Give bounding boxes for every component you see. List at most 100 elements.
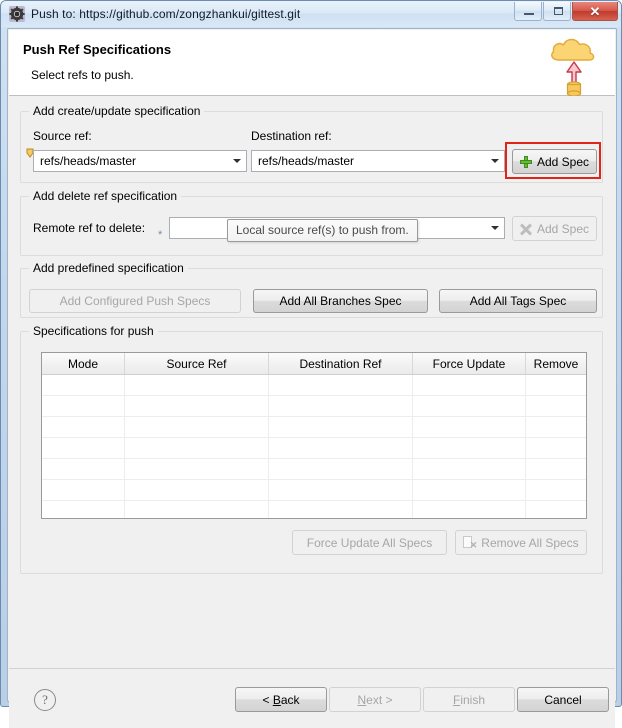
window-controls: ✕ [513,2,618,21]
required-asterisk-marker: * [158,229,163,241]
cell-remove [526,501,586,518]
destination-ref-value: refs/heads/master [258,154,355,168]
finish-button[interactable]: Finish [423,687,515,712]
cell-source-ref [125,417,269,437]
cell-mode [42,459,125,479]
cell-destination-ref [269,375,413,395]
add-all-tags-spec-label: Add All Tags Spec [469,294,567,308]
cancel-button-suffix: Cancel [544,692,582,707]
add-configured-push-specs-label: Add Configured Push Specs [59,294,211,308]
chevron-down-icon[interactable] [487,151,504,171]
chevron-down-icon[interactable] [487,218,504,238]
cell-remove [526,375,586,395]
minimize-icon [524,13,534,15]
page-title: Push Ref Specifications [23,42,172,57]
minimize-button[interactable] [514,2,542,21]
table-row[interactable] [42,417,586,438]
table-row[interactable] [42,459,586,480]
next-button-accel: N [357,692,367,707]
table-row[interactable] [42,438,586,459]
add-all-tags-spec-button[interactable]: Add All Tags Spec [439,289,597,313]
chevron-down-icon[interactable] [229,151,246,171]
cell-remove [526,459,586,479]
add-all-branches-spec-button[interactable]: Add All Branches Spec [253,289,428,313]
group-predefined: Add predefined specification Add Configu… [20,261,603,318]
cell-mode [42,438,125,458]
title-bar[interactable]: Push to: https://github.com/zongzhankui/… [1,1,621,27]
table-row[interactable] [42,375,586,396]
column-header-source-ref[interactable]: Source Ref [125,353,269,374]
force-update-all-specs-label: Force Update All Specs [306,535,433,550]
cell-destination-ref [269,501,413,518]
cell-force-update [413,417,526,437]
wizard-body: Add create/update specification Source r… [9,97,615,667]
cell-force-update [413,501,526,518]
cell-mode [42,396,125,416]
question-mark-icon[interactable]: ? [34,689,56,711]
back-button-suffix: ack [280,692,300,707]
dialog-window: Push to: https://github.com/zongzhankui/… [0,0,622,728]
back-button-prefix: < [262,692,273,707]
cell-mode [42,375,125,395]
remote-ref-to-delete-label: Remote ref to delete: [33,221,146,235]
next-button[interactable]: Next > [329,687,421,712]
back-button[interactable]: < Back [235,687,327,712]
table-row[interactable] [42,396,586,417]
cell-mode [42,480,125,500]
column-header-destination-ref[interactable]: Destination Ref [269,353,413,374]
window-title: Push to: https://github.com/zongzhankui/… [31,7,301,21]
table-row[interactable] [42,480,586,501]
cell-force-update [413,375,526,395]
cell-mode [42,417,125,437]
source-ref-combo[interactable]: refs/heads/master [33,150,247,172]
cell-destination-ref [269,417,413,437]
dialog-footer: ? < Back Next > Finish Cancel [9,668,615,728]
page-subtitle: Select refs to push. [31,68,134,82]
cell-remove [526,417,586,437]
cell-force-update [413,396,526,416]
force-update-all-specs-button[interactable]: Force Update All Specs [292,530,447,555]
group-predefined-legend: Add predefined specification [29,261,188,275]
add-all-branches-spec-label: Add All Branches Spec [279,294,402,308]
add-spec-create-update-button[interactable]: Add Spec [512,149,597,174]
cell-destination-ref [269,396,413,416]
finish-button-suffix: inish [460,692,486,707]
add-spec-delete-ref-button[interactable]: Add Spec [512,216,597,241]
cloud-upload-icon [545,34,601,97]
gray-x-icon [520,223,532,235]
column-header-remove[interactable]: Remove [526,353,586,374]
column-header-force-update[interactable]: Force Update [413,353,526,374]
remove-all-specs-button[interactable]: ✕ Remove All Specs [455,530,587,555]
cancel-button[interactable]: Cancel [517,687,609,712]
table-row[interactable] [42,501,586,518]
destination-ref-label: Destination ref: [251,129,332,143]
green-plus-icon [519,155,532,168]
cell-source-ref [125,459,269,479]
cell-destination-ref [269,438,413,458]
close-button[interactable]: ✕ [572,2,618,21]
add-spec-delete-ref-label: Add Spec [536,221,590,236]
document-remove-icon: ✕ [463,536,477,550]
table-header-row: Mode Source Ref Destination Ref Force Up… [42,353,586,375]
back-button-accel: B [272,692,281,707]
column-header-mode[interactable]: Mode [42,353,125,374]
specifications-table[interactable]: Mode Source Ref Destination Ref Force Up… [41,352,587,519]
source-ref-value: refs/heads/master [40,154,137,168]
cell-remove [526,438,586,458]
add-configured-push-specs-button[interactable]: Add Configured Push Specs [29,289,241,313]
cell-source-ref [125,501,269,518]
gear-icon [9,6,25,22]
next-button-suffix: ext > [366,692,393,707]
close-icon: ✕ [589,3,601,19]
group-specifications: Specifications for push Mode Source Ref … [20,324,603,574]
source-ref-label: Source ref: [33,129,92,143]
add-spec-create-update-label: Add Spec [536,154,590,169]
cell-destination-ref [269,480,413,500]
cell-source-ref [125,438,269,458]
group-specifications-legend: Specifications for push [29,324,158,338]
cell-source-ref [125,396,269,416]
group-create-update: Add create/update specification Source r… [20,104,603,183]
destination-ref-combo[interactable]: refs/heads/master [251,150,505,172]
cell-force-update [413,459,526,479]
maximize-button[interactable] [543,2,571,21]
